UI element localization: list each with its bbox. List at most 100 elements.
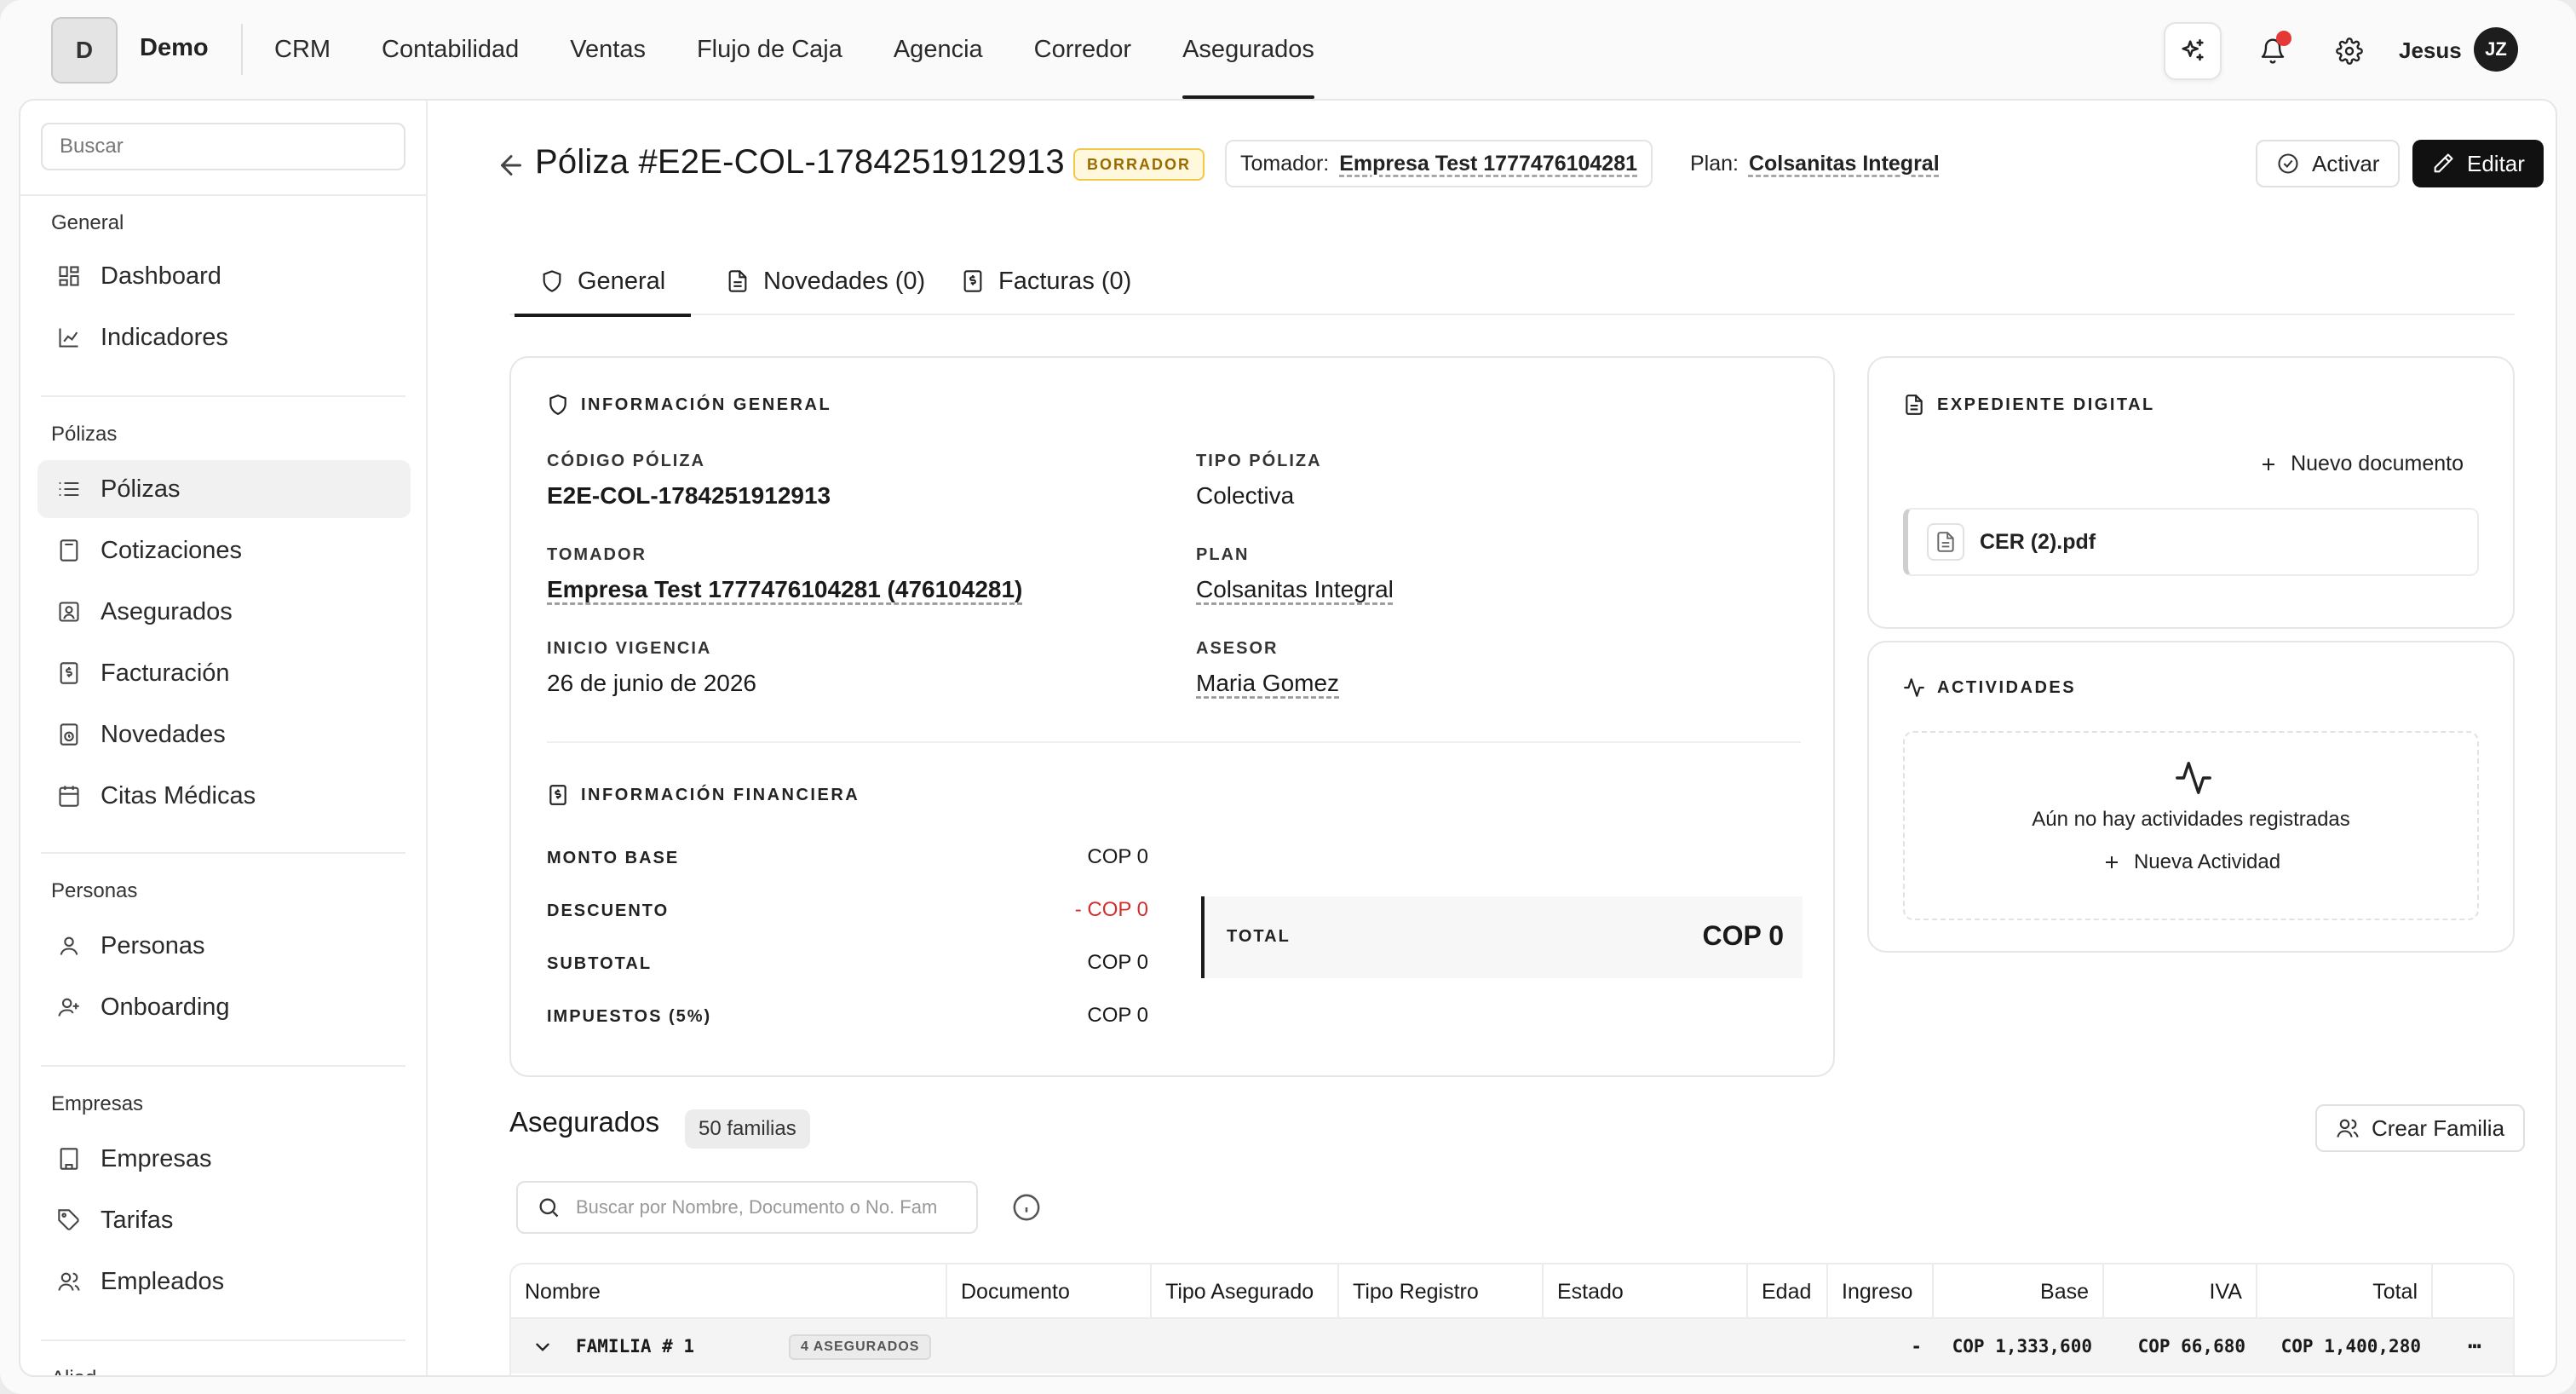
chevron-down-icon[interactable] bbox=[532, 1336, 554, 1358]
nav-crm[interactable]: CRM bbox=[274, 0, 331, 99]
table-header: Nombre Documento Tipo Asegurado Tipo Reg… bbox=[511, 1264, 2513, 1319]
sidebar-item-label: Cotizaciones bbox=[101, 536, 243, 564]
brand-logo[interactable]: D bbox=[51, 17, 118, 84]
info-icon[interactable] bbox=[1012, 1193, 1041, 1222]
user-name[interactable]: Jesus bbox=[2399, 37, 2462, 64]
column-header[interactable]: Tipo Asegurado bbox=[1152, 1264, 1339, 1319]
inicio-label: INICIO VIGENCIA bbox=[547, 639, 712, 658]
notifications-button[interactable] bbox=[2244, 22, 2302, 80]
gear-icon bbox=[2336, 37, 2363, 65]
descuento-value: - COP 0 bbox=[1074, 898, 1148, 921]
sidebar-group-polizas: Pólizas bbox=[51, 423, 118, 446]
column-header[interactable]: Total bbox=[2257, 1264, 2433, 1319]
notification-dot bbox=[2276, 31, 2291, 46]
column-header[interactable]: Ingreso bbox=[1828, 1264, 1934, 1319]
nav-contabilidad[interactable]: Contabilidad bbox=[382, 0, 519, 99]
main-nav: CRM Contabilidad Ventas Flujo de Caja Ag… bbox=[274, 0, 1366, 99]
main-content: Póliza #E2E-COL-1784251912913 BORRADOR T… bbox=[428, 101, 2556, 1375]
plan-field-value[interactable]: Colsanitas Integral bbox=[1196, 576, 1394, 603]
receipt-icon bbox=[963, 270, 982, 292]
nav-ventas[interactable]: Ventas bbox=[570, 0, 646, 99]
edit-button[interactable]: Editar bbox=[2412, 140, 2544, 187]
sidebar-item-dashboard[interactable]: Dashboard bbox=[37, 247, 411, 305]
new-activity-label: Nueva Actividad bbox=[2133, 850, 2281, 873]
divider bbox=[41, 1065, 405, 1067]
nav-agencia[interactable]: Agencia bbox=[894, 0, 983, 99]
column-header-actions bbox=[2433, 1264, 2513, 1319]
table-row[interactable]: FAMILIA # 1 4 ASEGURADOS - COP 1,333,600… bbox=[511, 1319, 2513, 1374]
content-shell: General Dashboard Indicadores Pólizas Pó… bbox=[19, 99, 2557, 1377]
sidebar-item-facturacion[interactable]: Facturación bbox=[37, 644, 411, 702]
sidebar-item-tarifas[interactable]: Tarifas bbox=[37, 1191, 411, 1249]
avatar[interactable]: JZ bbox=[2474, 27, 2518, 72]
codigo-value: E2E-COL-1784251912913 bbox=[547, 482, 831, 509]
descuento-label: DESCUENTO bbox=[547, 901, 670, 920]
tab-label: General bbox=[578, 267, 666, 295]
asesor-value[interactable]: Maria Gomez bbox=[1196, 670, 1339, 697]
sidebar-group-personas: Personas bbox=[51, 879, 138, 902]
column-header[interactable]: Documento bbox=[947, 1264, 1152, 1319]
tab-general[interactable]: General bbox=[514, 247, 692, 317]
column-header[interactable]: Base bbox=[1934, 1264, 2104, 1319]
monto-base-label: MONTO BASE bbox=[547, 849, 680, 867]
top-navbar: D Demo CRM Contabilidad Ventas Flujo de … bbox=[0, 0, 2576, 99]
base-cell: COP 1,333,600 bbox=[1952, 1336, 2092, 1357]
brand-name[interactable]: Demo bbox=[140, 34, 209, 62]
sidebar-item-empleados[interactable]: Empleados bbox=[37, 1253, 411, 1310]
tomador-chip[interactable]: Tomador: Empresa Test 1777476104281 bbox=[1225, 140, 1653, 187]
monto-base-value: COP 0 bbox=[1087, 845, 1148, 868]
sidebar-item-onboarding[interactable]: Onboarding bbox=[37, 978, 411, 1036]
sidebar-item-personas[interactable]: Personas bbox=[37, 917, 411, 975]
new-document-button[interactable]: Nuevo documento bbox=[2258, 452, 2464, 476]
building-icon bbox=[56, 1146, 82, 1172]
column-header[interactable]: Estado bbox=[1544, 1264, 1748, 1319]
plan-chip[interactable]: Plan: Colsanitas Integral bbox=[1675, 140, 1955, 187]
tipo-label: TIPO PÓLIZA bbox=[1196, 452, 1322, 470]
nav-flujo-de-caja[interactable]: Flujo de Caja bbox=[697, 0, 842, 99]
ai-assistant-button[interactable] bbox=[2164, 22, 2222, 80]
tomador-value[interactable]: Empresa Test 1777476104281 bbox=[1339, 152, 1637, 176]
column-header[interactable]: IVA bbox=[2104, 1264, 2257, 1319]
plan-value[interactable]: Colsanitas Integral bbox=[1749, 152, 1940, 176]
nav-asegurados[interactable]: Asegurados bbox=[1182, 0, 1314, 99]
document-item[interactable]: CER (2).pdf bbox=[1903, 508, 2479, 576]
inicio-value: 26 de junio de 2026 bbox=[547, 670, 756, 696]
divider bbox=[41, 395, 405, 397]
create-family-button[interactable]: Crear Familia bbox=[2315, 1104, 2526, 1152]
sidebar-item-polizas[interactable]: Pólizas bbox=[37, 460, 411, 518]
new-document-label: Nuevo documento bbox=[2291, 452, 2464, 475]
column-header[interactable]: Tipo Registro bbox=[1339, 1264, 1544, 1319]
check-circle-icon bbox=[2278, 153, 2298, 174]
document-icon bbox=[1906, 395, 1923, 415]
sidebar-item-empresas[interactable]: Empresas bbox=[37, 1130, 411, 1188]
sidebar-group-general: General bbox=[51, 211, 124, 234]
tab-novedades[interactable]: Novedades (0) bbox=[726, 247, 925, 315]
column-header[interactable]: Edad bbox=[1748, 1264, 1828, 1319]
sidebar-item-indicadores[interactable]: Indicadores bbox=[37, 308, 411, 366]
settings-button[interactable] bbox=[2320, 22, 2378, 80]
tag-icon bbox=[56, 1207, 82, 1233]
sidebar-search-input[interactable] bbox=[41, 123, 405, 170]
more-actions-button[interactable]: ⋯ bbox=[2433, 1319, 2513, 1374]
tab-label: Facturas (0) bbox=[998, 267, 1132, 295]
table-search-input[interactable]: Buscar por Nombre, Documento o No. Fam bbox=[516, 1181, 978, 1234]
sidebar-item-novedades[interactable]: Novedades bbox=[37, 706, 411, 763]
ingreso-cell: - bbox=[1911, 1336, 1922, 1357]
activate-button[interactable]: Activar bbox=[2256, 140, 2401, 187]
plan-field-label: PLAN bbox=[1196, 545, 1250, 564]
sidebar-item-citas-medicas[interactable]: Citas Médicas bbox=[37, 767, 411, 825]
tab-bar: General Novedades (0) Facturas (0) bbox=[509, 247, 2515, 317]
back-arrow-icon[interactable] bbox=[496, 150, 526, 181]
user-icon bbox=[56, 933, 82, 959]
families-count-badge: 50 familias bbox=[685, 1109, 810, 1149]
nav-corredor[interactable]: Corredor bbox=[1034, 0, 1131, 99]
new-activity-button[interactable]: Nueva Actividad bbox=[1905, 850, 2477, 874]
plan-label: Plan: bbox=[1690, 151, 1739, 176]
sidebar-item-asegurados[interactable]: Asegurados bbox=[37, 583, 411, 641]
tab-facturas[interactable]: Facturas (0) bbox=[961, 247, 1131, 315]
sidebar-item-cotizaciones[interactable]: Cotizaciones bbox=[37, 521, 411, 579]
tomador-field-value[interactable]: Empresa Test 1777476104281 (476104281) bbox=[547, 576, 1022, 603]
asegurados-title: Asegurados bbox=[509, 1106, 660, 1138]
column-header[interactable]: Nombre bbox=[511, 1264, 947, 1319]
empty-state: Aún no hay actividades registradas Nueva… bbox=[1903, 731, 2479, 920]
